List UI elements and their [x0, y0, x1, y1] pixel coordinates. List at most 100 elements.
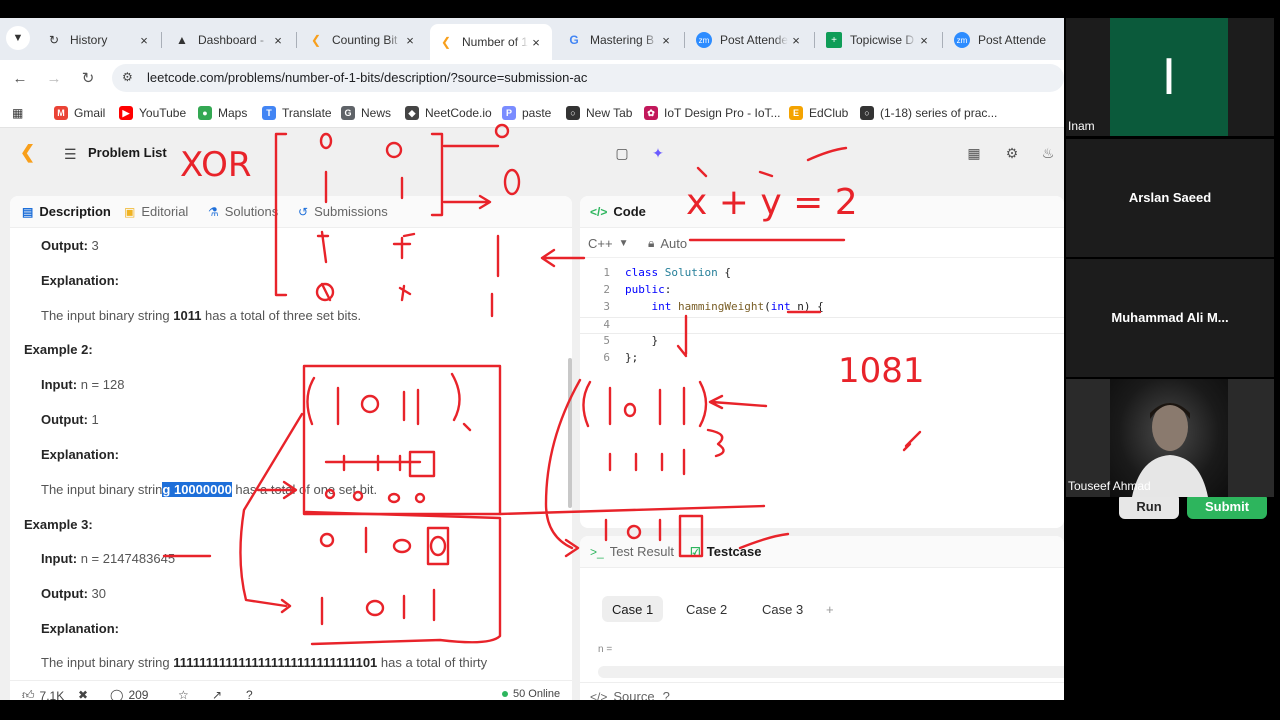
ex3-explanation-label: Explanation:: [41, 621, 120, 636]
tab-label: Editorial: [141, 204, 189, 219]
thumbs-up-icon: 👍︎: [22, 688, 35, 700]
code-title: Code: [613, 204, 646, 219]
code-panel: </> Code C++ ▼ 🔒︎ Auto 1 class Solution { 2 p…: [580, 196, 1064, 528]
participant-tile-muhammad[interactable]: Muhammad Ali M...: [1066, 259, 1274, 377]
close-icon[interactable]: ×: [270, 33, 286, 48]
help-icon[interactable]: ?: [246, 688, 253, 700]
testcase-panel: >_ Test Result ☑ Testcase Case 1 Case 2 Ca…: [580, 536, 1064, 700]
code-tab[interactable]: </> Code: [590, 204, 646, 219]
streak-flame-icon[interactable]: ♨: [1038, 143, 1058, 163]
comments-button[interactable]: ◯ 209: [110, 688, 148, 700]
source-button[interactable]: </> Source?: [590, 689, 670, 700]
bookmark-gmail[interactable]: M Gmail: [54, 104, 105, 122]
bookmark-new-tab[interactable]: ○ New Tab: [566, 104, 632, 122]
bookmark-translate[interactable]: T Translate: [262, 104, 332, 122]
tab-solutions[interactable]: ⚗ Solutions: [208, 204, 278, 219]
tab-counting-bits[interactable]: ❮ Counting Bit ×: [300, 24, 426, 56]
bookmark-iot-design[interactable]: ✿ IoT Design Pro - IoT...: [644, 104, 781, 122]
notes-icon[interactable]: ▢: [612, 143, 632, 163]
tab-label: Solutions: [224, 204, 279, 219]
tab-history[interactable]: ↻ History ×: [38, 24, 160, 56]
tab-mastering[interactable]: G Mastering B ×: [558, 24, 682, 56]
code-line: 6};: [580, 351, 1064, 368]
close-icon[interactable]: ×: [528, 35, 544, 50]
case-tab-2[interactable]: Case 2: [676, 596, 737, 622]
description-footer: 👍︎ 7.1K ✖ ◯ 209 ☆ ↗ ? 50 Online: [10, 680, 572, 700]
participant-tile-touseef[interactable]: Touseef Ahmad: [1066, 379, 1274, 497]
tab-submissions[interactable]: ↺ Submissions: [298, 204, 388, 219]
help-icon[interactable]: ?: [663, 689, 670, 700]
scroll-thumb[interactable]: [568, 358, 572, 508]
site-info-icon[interactable]: ⚙: [122, 70, 138, 86]
bookmark-series[interactable]: ○ (1-18) series of prac...: [860, 104, 997, 122]
close-icon[interactable]: ×: [402, 33, 418, 48]
back-icon[interactable]: ←: [10, 68, 30, 88]
reload-icon[interactable]: ↻: [78, 68, 98, 88]
bookmark-maps[interactable]: ● Maps: [198, 104, 247, 122]
comment-count: 209: [128, 688, 149, 700]
tab-editorial[interactable]: ▣ Editorial: [124, 204, 188, 219]
ai-sparkle-icon[interactable]: ✦: [648, 143, 668, 163]
line-number: 2: [603, 283, 610, 296]
problem-list-link[interactable]: Problem List: [88, 145, 167, 160]
apps-icon[interactable]: ▦: [12, 104, 23, 122]
case-tab-1[interactable]: Case 1: [602, 596, 664, 622]
online-status: 50 Online: [502, 688, 560, 700]
tab-label: Number of 1: [462, 35, 528, 49]
tab-label: Description: [39, 204, 111, 219]
ex2-explanation-label: Explanation:: [41, 447, 120, 462]
tab-test-result[interactable]: >_ Test Result: [590, 544, 674, 559]
share-icon[interactable]: ↗: [212, 688, 222, 700]
tab-topicwise[interactable]: + Topicwise D ×: [818, 24, 940, 56]
star-icon[interactable]: ☆: [178, 688, 189, 700]
bookmark-youtube[interactable]: ▶ YouTube: [119, 104, 186, 122]
leetcode-app: ❮ ☰ Problem List ▢ ✦ ▦ ⚙ ♨ ▤ Description …: [0, 128, 1064, 700]
bookmark-edclub[interactable]: E EdClub: [789, 104, 848, 122]
auto-mode[interactable]: 🔒︎ Auto: [648, 236, 687, 251]
tab-testcase[interactable]: ☑ Testcase: [690, 544, 761, 559]
dislike-icon[interactable]: ✖: [78, 688, 88, 700]
tab-dashboard[interactable]: ▲ Dashboard - ×: [166, 24, 294, 56]
like-button[interactable]: 👍︎ 7.1K: [22, 688, 64, 700]
close-icon[interactable]: ×: [916, 33, 932, 48]
code-icon: </>: [590, 204, 608, 219]
participant-tile-arslan[interactable]: Arslan Saeed: [1066, 139, 1274, 257]
tab-description[interactable]: ▤ Description: [22, 204, 111, 219]
forward-icon[interactable]: →: [44, 68, 64, 88]
address-bar[interactable]: ⚙ leetcode.com/problems/number-of-1-bits…: [112, 64, 1064, 92]
history-icon: ↻: [48, 33, 60, 47]
ex1-explanation: The input binary string 1011 has a total…: [41, 308, 361, 323]
bookmark-label: News: [361, 106, 392, 120]
tab-label: History: [70, 33, 108, 47]
close-icon[interactable]: ×: [658, 33, 674, 48]
close-icon[interactable]: ×: [788, 33, 804, 48]
input-value: n = 128: [80, 377, 125, 392]
settings-icon[interactable]: ⚙: [1002, 143, 1022, 163]
output-value: 1: [91, 412, 99, 427]
case-tab-3[interactable]: Case 3: [752, 596, 813, 622]
close-icon[interactable]: ×: [136, 33, 152, 48]
tab-post-attendee-2[interactable]: zm Post Attende: [946, 24, 1064, 56]
list-icon[interactable]: ☰: [64, 146, 77, 163]
comment-icon: ◯: [110, 688, 124, 700]
layout-icon[interactable]: ▦: [964, 143, 984, 163]
bookmark-paste[interactable]: Ppaste: [502, 104, 551, 122]
testcase-input-field[interactable]: [598, 666, 1064, 678]
description-icon: ▤: [22, 204, 34, 219]
tab-number-of-1-bits[interactable]: ❮ Number of 1 ×: [430, 24, 552, 60]
description-scrollbar[interactable]: [568, 268, 572, 668]
language-select[interactable]: C++ ▼: [588, 236, 628, 251]
bookmark-neetcode[interactable]: ◆ NeetCode.io: [405, 104, 492, 122]
zoom-icon: zm: [696, 32, 712, 48]
tab-post-attendee[interactable]: zm Post Attende ×: [688, 24, 812, 56]
code-icon: </>: [590, 689, 608, 701]
output-label: Output:: [41, 586, 88, 601]
line-number: 5: [603, 334, 610, 347]
bookmark-news[interactable]: G News: [341, 104, 391, 122]
leetcode-logo-icon[interactable]: ❮: [20, 142, 40, 164]
participant-tile-inam[interactable]: I Inam: [1066, 18, 1274, 136]
tab-search-button[interactable]: ▼: [6, 26, 30, 50]
tab-divider: [161, 32, 162, 48]
add-case-button[interactable]: +: [816, 596, 844, 622]
code-toolbar: C++ ▼ 🔒︎ Auto: [580, 228, 1064, 258]
